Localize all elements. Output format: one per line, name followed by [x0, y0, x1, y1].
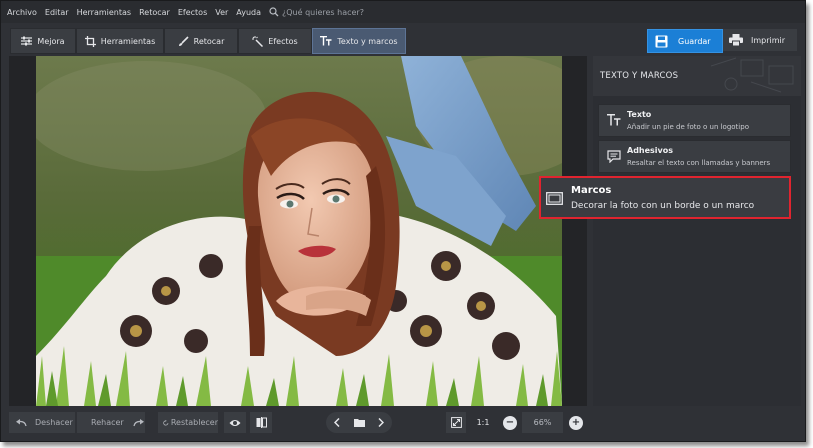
panel-item-desc: Añadir un pie de foto o un logotipo [627, 123, 749, 131]
panel-title: TEXTO Y MARCOS [600, 71, 679, 81]
chevron-right-icon [378, 418, 384, 427]
menu-efectos[interactable]: Efectos [174, 8, 211, 17]
sliders-icon [21, 36, 33, 46]
panel-item-desc: Decorar la foto con un borde o un marco [571, 201, 755, 211]
print-button[interactable]: Imprimir [723, 29, 797, 51]
fit-screen-icon [450, 417, 462, 428]
redo-button[interactable]: Rehacer [77, 412, 145, 433]
tab-label: Mejora [37, 36, 65, 46]
zoom-level-value: 66% [533, 418, 552, 427]
zoom-in-button[interactable]: + [569, 416, 583, 430]
search-placeholder: ¿Qué quieres hacer? [282, 7, 364, 17]
zoom-level-field[interactable]: 66% [522, 412, 563, 433]
printer-icon [729, 34, 743, 46]
minus-icon: − [505, 417, 515, 428]
menu-editar[interactable]: Editar [41, 8, 73, 17]
tab-label: Herramientas [100, 36, 156, 46]
previous-button[interactable] [326, 412, 348, 433]
compare-button[interactable] [250, 412, 272, 433]
menu-ver[interactable]: Ver [211, 8, 232, 17]
menu-bar: Archivo Editar Herramientas Retocar Efec… [1, 1, 805, 23]
panel-item-marcos[interactable]: Marcos Decorar la foto con un borde o un… [539, 176, 791, 219]
reset-button[interactable]: Restablecer [158, 412, 218, 433]
tab-label: Texto y marcos [337, 36, 398, 46]
actual-size-button[interactable]: 1:1 [473, 412, 493, 433]
bottom-toolbar: Deshacer Rehacer Restablecer 1:1 − 66% + [1, 407, 805, 441]
folder-icon [353, 419, 365, 427]
panel-decoration [711, 57, 794, 93]
zoom-out-button[interactable]: − [503, 416, 517, 430]
next-button[interactable] [370, 412, 392, 433]
eye-icon [229, 419, 241, 426]
reset-label: Restablecer [170, 418, 218, 427]
floppy-disk-icon [655, 35, 668, 47]
panel-item-title: Adhesivos [627, 146, 674, 155]
panel-item-texto[interactable]: Texto Añadir un pie de foto o un logotip… [598, 104, 791, 137]
panel-item-desc: Resaltar el texto con llamadas y banners [627, 159, 771, 167]
tab-label: Efectos [268, 36, 298, 46]
undo-button[interactable]: Deshacer [9, 412, 75, 433]
open-folder-button[interactable] [348, 412, 370, 433]
fit-to-screen-button[interactable] [446, 412, 466, 433]
text-icon [607, 114, 621, 126]
brush-icon [178, 35, 189, 46]
panel-item-adhesivos[interactable]: Adhesivos Resaltar el texto con llamadas… [598, 140, 791, 173]
tab-efectos[interactable]: Efectos [238, 28, 312, 54]
redo-arrow-icon [133, 418, 144, 426]
undo-arrow-icon [16, 418, 27, 426]
undo-label: Deshacer [35, 418, 73, 427]
chevron-left-icon [334, 418, 340, 427]
tab-retocar[interactable]: Retocar [164, 28, 238, 54]
tab-mejora[interactable]: Mejora [10, 28, 76, 54]
tab-texto-y-marcos[interactable]: Texto y marcos [312, 28, 406, 54]
portrait-photo [36, 56, 562, 406]
plus-icon: + [571, 417, 581, 428]
panel-header: TEXTO Y MARCOS [593, 56, 801, 96]
speech-bubble-icon [607, 150, 621, 163]
text-icon [320, 36, 332, 46]
redo-label: Rehacer [91, 418, 124, 427]
crop-icon [84, 35, 96, 47]
compare-icon [256, 417, 267, 428]
tab-herramientas[interactable]: Herramientas [76, 28, 164, 54]
search-box[interactable]: ¿Qué quieres hacer? [269, 7, 364, 17]
app-window: Archivo Editar Herramientas Retocar Efec… [0, 0, 806, 442]
print-label: Imprimir [751, 35, 786, 45]
menu-retocar[interactable]: Retocar [135, 8, 174, 17]
reset-icon [163, 419, 169, 425]
menu-ayuda[interactable]: Ayuda [232, 8, 265, 17]
panel-item-title: Texto [627, 110, 652, 119]
tab-label: Retocar [193, 36, 225, 46]
save-button[interactable]: Guardar [647, 29, 723, 53]
save-label: Guardar [678, 36, 711, 46]
frame-icon [546, 192, 563, 205]
menu-herramientas[interactable]: Herramientas [73, 8, 136, 17]
menu-archivo[interactable]: Archivo [1, 8, 41, 17]
side-panel: TEXTO Y MARCOS Texto Añadir un pie de fo… [593, 56, 801, 406]
panel-item-title: Marcos [571, 185, 612, 196]
preview-button[interactable] [224, 412, 246, 433]
search-icon [269, 7, 279, 17]
magic-wand-icon [252, 35, 264, 47]
